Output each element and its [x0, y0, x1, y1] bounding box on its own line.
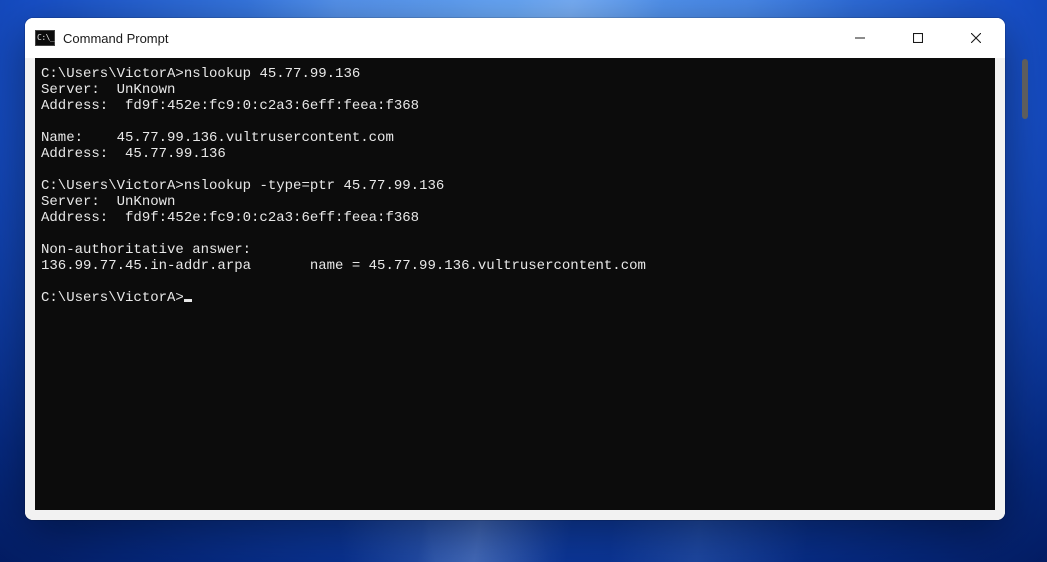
terminal-line [41, 114, 989, 130]
output-text: Address: fd9f:452e:fc9:0:c2a3:6eff:feea:… [41, 210, 419, 226]
close-icon [971, 33, 981, 43]
maximize-icon [913, 33, 923, 43]
terminal-line: C:\Users\VictorA>nslookup 45.77.99.136 [41, 66, 989, 82]
terminal-line: Address: fd9f:452e:fc9:0:c2a3:6eff:feea:… [41, 98, 989, 114]
cmd-icon [35, 30, 55, 46]
prompt-text: C:\Users\VictorA> [41, 66, 184, 82]
terminal-line [41, 226, 989, 242]
minimize-button[interactable] [831, 18, 889, 58]
minimize-icon [855, 33, 865, 43]
desktop-background: Command Prompt [0, 0, 1047, 562]
terminal-line: C:\Users\VictorA>nslookup -type=ptr 45.7… [41, 178, 989, 194]
terminal-client-area: C:\Users\VictorA>nslookup 45.77.99.136Se… [25, 58, 1005, 520]
terminal-line: Non-authoritative answer: [41, 242, 989, 258]
terminal-line: Address: fd9f:452e:fc9:0:c2a3:6eff:feea:… [41, 210, 989, 226]
command-prompt-window: Command Prompt [25, 18, 1005, 520]
output-text: Server: UnKnown [41, 82, 175, 98]
terminal-line: Server: UnKnown [41, 82, 989, 98]
window-title: Command Prompt [63, 31, 831, 46]
terminal-line: Name: 45.77.99.136.vultrusercontent.com [41, 130, 989, 146]
terminal-output[interactable]: C:\Users\VictorA>nslookup 45.77.99.136Se… [35, 58, 995, 510]
terminal-line [41, 162, 989, 178]
terminal-line: 136.99.77.45.in-addr.arpa name = 45.77.9… [41, 258, 989, 274]
output-text: 136.99.77.45.in-addr.arpa name = 45.77.9… [41, 258, 646, 274]
output-text: Address: fd9f:452e:fc9:0:c2a3:6eff:feea:… [41, 98, 419, 114]
terminal-scrollbar-thumb[interactable] [1022, 59, 1028, 119]
titlebar[interactable]: Command Prompt [25, 18, 1005, 58]
close-button[interactable] [947, 18, 1005, 58]
output-text: Server: UnKnown [41, 194, 175, 210]
prompt-text: C:\Users\VictorA> [41, 178, 184, 194]
terminal-line: Address: 45.77.99.136 [41, 146, 989, 162]
command-text: nslookup 45.77.99.136 [184, 66, 360, 82]
text-cursor [184, 299, 192, 302]
terminal-line: C:\Users\VictorA> [41, 290, 989, 306]
terminal-line: Server: UnKnown [41, 194, 989, 210]
window-controls [831, 18, 1005, 58]
output-text: Non-authoritative answer: [41, 242, 251, 258]
maximize-button[interactable] [889, 18, 947, 58]
prompt-text: C:\Users\VictorA> [41, 290, 184, 306]
terminal-line [41, 274, 989, 290]
output-text: Address: 45.77.99.136 [41, 146, 226, 162]
command-text: nslookup -type=ptr 45.77.99.136 [184, 178, 444, 194]
output-text: Name: 45.77.99.136.vultrusercontent.com [41, 130, 394, 146]
